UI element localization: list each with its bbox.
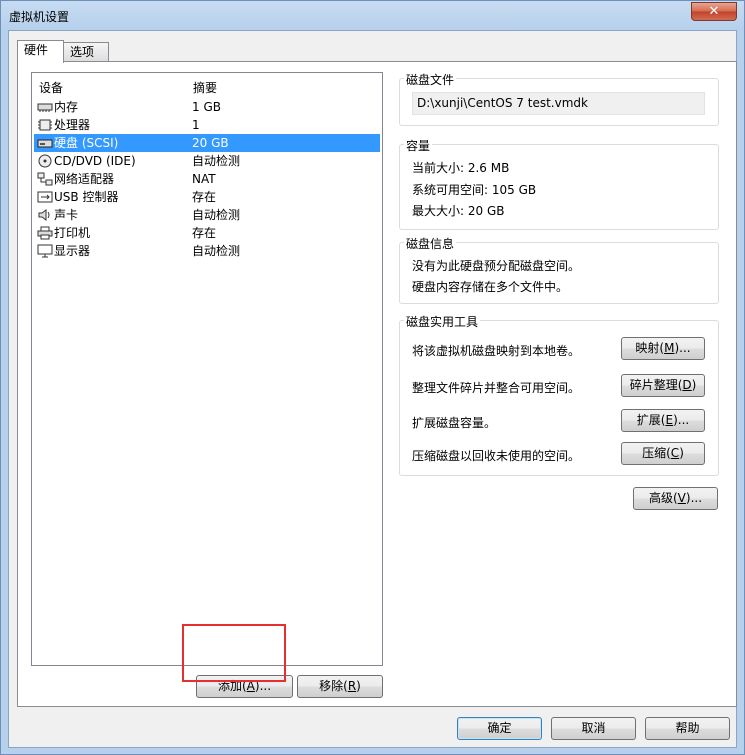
remove-button[interactable]: 移除(R) bbox=[297, 675, 383, 698]
map-label-pre: 映射( bbox=[635, 341, 665, 355]
device-row-processor[interactable]: 处理器 1 bbox=[34, 116, 380, 134]
settings-window: 虚拟机设置 ✕ 硬件 选项 设备 摘要 内存 1 GB 处理器 1 硬盘 (SC… bbox=[0, 0, 745, 755]
map-description: 将该虚拟机磁盘映射到本地卷。 bbox=[412, 344, 581, 358]
map-accesskey: M bbox=[664, 341, 675, 355]
expand-label-post: )... bbox=[673, 413, 690, 427]
close-button[interactable]: ✕ bbox=[691, 2, 737, 21]
disk-file-title: 磁盘文件 bbox=[404, 71, 457, 88]
defrag-description: 整理文件碎片并整合可用空间。 bbox=[412, 381, 581, 395]
device-row-usb-controller[interactable]: USB 控制器 存在 bbox=[34, 188, 380, 206]
expand-description: 扩展磁盘容量。 bbox=[412, 416, 497, 430]
device-name: USB 控制器 bbox=[54, 190, 119, 204]
device-name: 网络适配器 bbox=[54, 172, 115, 186]
device-summary: 20 GB bbox=[192, 136, 229, 150]
remove-accesskey: R bbox=[347, 679, 357, 693]
display-icon bbox=[37, 244, 53, 258]
column-device[interactable]: 设备 bbox=[39, 79, 63, 96]
device-row-cd-dvd[interactable]: CD/DVD (IDE) 自动检测 bbox=[34, 152, 380, 170]
device-row-hard-disk[interactable]: 硬盘 (SCSI) 20 GB bbox=[34, 134, 380, 152]
tab-hardware[interactable]: 硬件 bbox=[17, 40, 64, 63]
help-button[interactable]: 帮助 bbox=[645, 717, 730, 740]
device-name: CD/DVD (IDE) bbox=[54, 154, 136, 168]
device-summary: 1 bbox=[192, 118, 200, 132]
remove-label-post: ) bbox=[356, 679, 361, 693]
compact-description: 压缩磁盘以回收未使用的空间。 bbox=[412, 449, 581, 463]
disk-file-path[interactable]: D:\xunji\CentOS 7 test.vmdk bbox=[412, 92, 705, 115]
max-size: 最大大小: 20 GB bbox=[412, 204, 505, 218]
device-name: 硬盘 (SCSI) bbox=[54, 136, 119, 150]
device-summary: 自动检测 bbox=[192, 154, 241, 168]
cd-dvd-icon bbox=[38, 154, 52, 168]
current-size: 当前大小: 2.6 MB bbox=[412, 161, 510, 175]
defrag-accesskey: D bbox=[682, 378, 692, 392]
disk-file-group: 磁盘文件 D:\xunji\CentOS 7 test.vmdk bbox=[399, 71, 719, 126]
disk-info-line-1: 没有为此硬盘预分配磁盘空间。 bbox=[412, 259, 581, 273]
device-row-sound-card[interactable]: 声卡 自动检测 bbox=[34, 206, 380, 224]
disk-info-group: 磁盘信息 没有为此硬盘预分配磁盘空间。 硬盘内容存储在多个文件中。 bbox=[399, 235, 719, 304]
ok-button[interactable]: 确定 bbox=[457, 717, 542, 740]
compact-accesskey: C bbox=[670, 446, 680, 460]
device-name: 声卡 bbox=[54, 208, 79, 222]
memory-icon bbox=[37, 103, 53, 112]
remove-label-pre: 移除( bbox=[319, 679, 348, 693]
device-name: 打印机 bbox=[54, 226, 91, 240]
column-summary[interactable]: 摘要 bbox=[193, 79, 217, 96]
map-label-post: )... bbox=[674, 341, 691, 355]
sound-card-icon bbox=[38, 209, 50, 221]
expand-label-pre: 扩展( bbox=[636, 413, 666, 427]
device-summary: NAT bbox=[192, 172, 216, 186]
available-space: 系统可用空间: 105 GB bbox=[412, 183, 537, 197]
disk-info-title: 磁盘信息 bbox=[404, 235, 457, 252]
hard-disk-icon bbox=[37, 139, 53, 148]
advanced-button[interactable]: 高级(V)... bbox=[633, 487, 718, 510]
usb-icon bbox=[37, 191, 53, 203]
device-row-printer[interactable]: 打印机 存在 bbox=[34, 224, 380, 242]
defrag-label-pre: 碎片整理( bbox=[629, 378, 683, 392]
advanced-accesskey: V bbox=[677, 491, 686, 505]
highlight-box bbox=[182, 624, 286, 682]
device-list-header: 设备 摘要 bbox=[32, 73, 382, 95]
network-adapter-icon bbox=[37, 172, 53, 186]
expand-button[interactable]: 扩展(E)... bbox=[621, 409, 705, 432]
defrag-label-post: ) bbox=[691, 378, 697, 392]
capacity-group: 容量 当前大小: 2.6 MB 系统可用空间: 105 GB 最大大小: 20 … bbox=[399, 137, 719, 230]
device-row-network-adapter[interactable]: 网络适配器 NAT bbox=[34, 170, 380, 188]
window-title: 虚拟机设置 bbox=[9, 10, 70, 24]
device-summary: 自动检测 bbox=[192, 244, 241, 258]
printer-icon bbox=[37, 226, 53, 240]
dialog-body: 硬件 选项 设备 摘要 内存 1 GB 处理器 1 硬盘 (SCSI) 20 G… bbox=[8, 30, 737, 748]
disk-info-line-2: 硬盘内容存储在多个文件中。 bbox=[412, 280, 569, 294]
device-summary: 1 GB bbox=[192, 100, 221, 114]
title-bar[interactable]: 虚拟机设置 ✕ bbox=[1, 1, 744, 31]
device-name: 处理器 bbox=[54, 118, 91, 132]
advanced-label-pre: 高级( bbox=[648, 491, 678, 505]
defragment-button[interactable]: 碎片整理(D) bbox=[621, 374, 705, 397]
device-summary: 存在 bbox=[192, 226, 217, 240]
cancel-button[interactable]: 取消 bbox=[551, 717, 636, 740]
compact-label-pre: 压缩( bbox=[642, 446, 671, 460]
tab-options[interactable]: 选项 bbox=[63, 42, 109, 62]
device-name: 显示器 bbox=[54, 244, 91, 258]
device-summary: 存在 bbox=[192, 190, 217, 204]
device-list[interactable]: 设备 摘要 内存 1 GB 处理器 1 硬盘 (SCSI) 20 GB CD/D… bbox=[31, 72, 383, 666]
advanced-label-post: )... bbox=[685, 491, 703, 505]
compact-button[interactable]: 压缩(C) bbox=[621, 442, 705, 465]
hardware-panel: 设备 摘要 内存 1 GB 处理器 1 硬盘 (SCSI) 20 GB CD/D… bbox=[17, 61, 737, 707]
capacity-title: 容量 bbox=[404, 137, 433, 154]
map-button[interactable]: 映射(M)... bbox=[621, 337, 705, 360]
expand-accesskey: E bbox=[665, 413, 674, 427]
processor-icon bbox=[38, 119, 52, 131]
device-name: 内存 bbox=[54, 100, 79, 114]
compact-label-post: ) bbox=[679, 446, 684, 460]
device-summary: 自动检测 bbox=[192, 208, 241, 222]
device-row-display[interactable]: 显示器 自动检测 bbox=[34, 242, 380, 260]
disk-utilities-group: 磁盘实用工具 将该虚拟机磁盘映射到本地卷。 映射(M)... 整理文件碎片并整合… bbox=[399, 313, 719, 476]
device-row-memory[interactable]: 内存 1 GB bbox=[34, 98, 380, 116]
disk-utilities-title: 磁盘实用工具 bbox=[404, 313, 481, 330]
